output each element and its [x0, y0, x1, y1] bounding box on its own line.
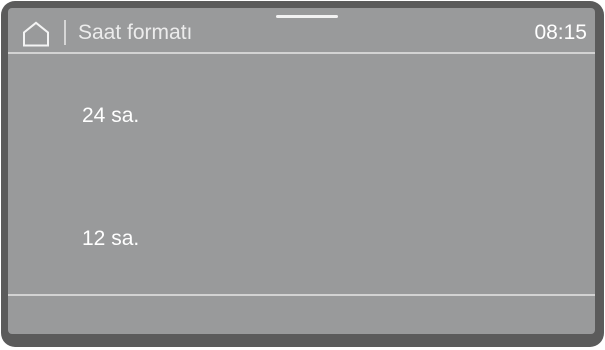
header-bar: Saat formatı 08:15 [8, 8, 595, 52]
option-24-hour[interactable]: 24 sa. [8, 54, 595, 164]
clock-time: 08:15 [534, 21, 587, 44]
device-bezel: Saat formatı 08:15 24 sa. 12 sa. [1, 1, 604, 347]
option-12-hour-label: 12 sa. [82, 227, 140, 250]
footer-bar [8, 296, 595, 334]
home-button[interactable] [22, 21, 50, 47]
home-icon [22, 21, 50, 47]
header-separator [64, 20, 66, 45]
option-24-hour-label: 24 sa. [82, 104, 140, 127]
option-12-hour[interactable]: 12 sa. [8, 174, 595, 284]
display-screen: Saat formatı 08:15 24 sa. 12 sa. [8, 8, 595, 334]
page-title: Saat formatı [78, 21, 193, 44]
